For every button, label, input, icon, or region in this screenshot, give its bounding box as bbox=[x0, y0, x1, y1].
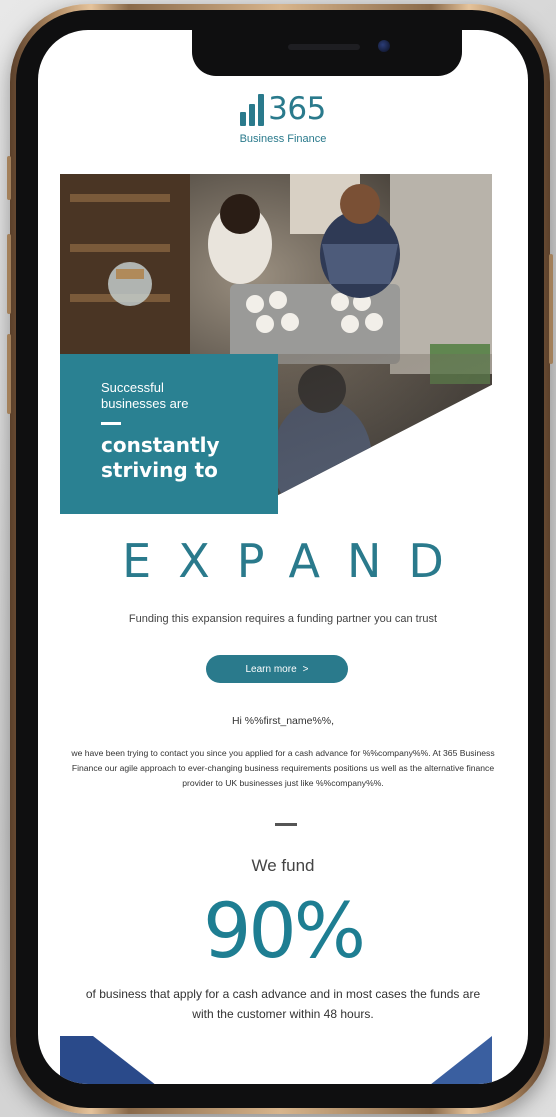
front-camera-icon bbox=[378, 40, 390, 52]
chevron-right-icon: > bbox=[302, 663, 309, 675]
hero-big-line-2: striving to bbox=[101, 458, 218, 482]
hero-banner: Successful businesses are constantly str… bbox=[60, 174, 492, 514]
phone-screen: 365 Business Finance Successful business… bbox=[38, 30, 528, 1084]
body-paragraph: we have been trying to contact you since… bbox=[71, 748, 495, 788]
logo-bars-icon bbox=[240, 92, 265, 126]
volume-down-button bbox=[7, 334, 11, 414]
stat-value: 90% bbox=[203, 886, 366, 975]
mute-switch bbox=[7, 156, 11, 200]
speaker-icon bbox=[288, 44, 360, 50]
bottom-graphic-right bbox=[416, 1036, 492, 1084]
notch bbox=[192, 30, 462, 76]
headline: EXPAND bbox=[122, 534, 471, 588]
stat-description: of business that apply for a cash advanc… bbox=[85, 987, 481, 1021]
learn-more-label: Learn more bbox=[245, 663, 297, 675]
greeting: Hi %%first_name%%, bbox=[231, 715, 335, 727]
stat-intro: We fund bbox=[251, 856, 315, 875]
hero-text-box: Successful businesses are constantly str… bbox=[60, 354, 278, 514]
bottom-graphic-left bbox=[60, 1036, 170, 1084]
power-button bbox=[549, 254, 553, 364]
logo-number: 365 bbox=[268, 91, 326, 127]
brand-logo[interactable]: 365 Business Finance bbox=[38, 92, 528, 145]
hero-small-line-1: Successful bbox=[101, 380, 164, 395]
learn-more-button[interactable]: Learn more > bbox=[206, 655, 348, 683]
volume-up-button bbox=[7, 234, 11, 314]
section-divider bbox=[275, 823, 297, 826]
tagline: Funding this expansion requires a fundin… bbox=[128, 613, 438, 625]
hero-big-line-1: constantly bbox=[101, 433, 220, 457]
hero-small-line-2: businesses are bbox=[101, 396, 189, 411]
logo-subtitle: Business Finance bbox=[239, 133, 327, 145]
hero-divider bbox=[101, 422, 121, 425]
